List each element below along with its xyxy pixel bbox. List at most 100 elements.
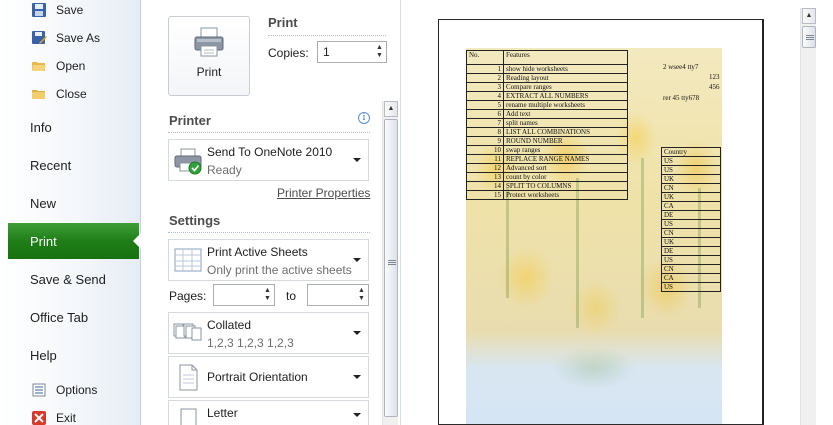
settings-scrollbar[interactable]: ▲ — [382, 101, 398, 425]
table-row: 4 EXTRACT ALL NUMBERS — [466, 91, 628, 101]
tab-info[interactable]: Info — [8, 109, 141, 145]
tab-help[interactable]: Help — [8, 337, 141, 373]
table-row: 9 ROUND NUMBER — [466, 136, 628, 146]
copies-spinner[interactable]: 1 ▲ ▼ — [317, 41, 387, 63]
table-row: 3 Compare ranges — [466, 82, 628, 92]
orientation-main: Portrait Orientation — [207, 370, 308, 384]
table-row: CN — [661, 183, 721, 193]
table-row: US — [661, 219, 721, 229]
table-row: CN — [661, 264, 721, 274]
collation-main: Collated — [207, 318, 252, 332]
scroll-thumb[interactable] — [384, 119, 398, 417]
scroll-thumb[interactable] — [802, 26, 816, 48]
country-cell: US — [661, 165, 721, 175]
scroll-up-icon[interactable]: ▲ — [802, 8, 816, 24]
tab-new[interactable]: New — [8, 185, 141, 221]
side-text: 123 — [709, 73, 720, 81]
table-row: 12 Advanced sort — [466, 163, 628, 173]
options-command[interactable]: Options — [8, 378, 138, 402]
tab-recent[interactable]: Recent — [8, 147, 141, 183]
chevron-down-icon — [353, 258, 361, 262]
print-scope-dropdown[interactable]: Print Active Sheets Only print the activ… — [168, 239, 369, 281]
row-feature: Reading layout — [503, 73, 628, 83]
table-row: US — [661, 282, 721, 292]
preview-scrollbar[interactable]: ▲ — [800, 8, 816, 425]
side-text: 456 — [709, 83, 720, 91]
printer-properties-link[interactable]: Printer Properties — [277, 186, 370, 200]
spin-down-icon[interactable]: ▼ — [264, 295, 271, 303]
row-feature: ROUND NUMBER — [503, 136, 628, 146]
side-text: 2 wsee4 tty7 — [663, 63, 699, 71]
country-cell: US — [661, 219, 721, 229]
row-feature: Add text — [503, 109, 628, 119]
orientation-dropdown[interactable]: Portrait Orientation — [168, 356, 369, 398]
options-label: Options — [56, 383, 98, 397]
copies-label: Copies: — [268, 46, 309, 60]
info-icon[interactable]: i — [358, 112, 370, 124]
row-no: 13 — [466, 172, 504, 182]
active-sheets-icon — [173, 245, 203, 275]
country-cell: UK — [661, 174, 721, 184]
chevron-down-icon — [353, 158, 361, 162]
row-no: 6 — [466, 109, 504, 119]
paper-size-dropdown[interactable]: Letter — [168, 400, 369, 425]
collation-sub: 1,2,3 1,2,3 1,2,3 — [207, 336, 294, 350]
row-feature: Advanced sort — [503, 163, 628, 173]
scroll-up-icon[interactable]: ▲ — [384, 101, 398, 117]
row-no: 2 — [466, 73, 504, 83]
pages-label: Pages: — [169, 289, 207, 303]
row-feature: EXTRACT ALL NUMBERS — [503, 91, 628, 101]
table-row: US — [661, 165, 721, 175]
preview-page: No. Features 1 show hide worksheets 2 Read… — [438, 19, 764, 425]
pages-from-value — [214, 285, 261, 305]
open-command[interactable]: Open — [8, 54, 138, 78]
to-label: to — [286, 289, 297, 303]
pages-to-spinner[interactable]: ▲ ▼ — [307, 284, 369, 306]
spin-up-icon[interactable]: ▲ — [358, 287, 365, 295]
tab-print[interactable]: Print — [8, 223, 139, 259]
exit-command[interactable]: Exit — [8, 406, 138, 425]
tab-save-send[interactable]: Save & Send — [8, 261, 141, 297]
table-row: 11 REPLACE RANGE NAMES — [466, 154, 628, 164]
table-row: 7 split names — [466, 118, 628, 128]
exit-label: Exit — [56, 411, 77, 425]
divider — [268, 35, 386, 36]
row-no: 8 — [466, 127, 504, 137]
settings-heading: Settings — [169, 213, 221, 228]
row-feature: count by color — [503, 172, 628, 182]
exit-icon — [30, 409, 48, 425]
spin-down-icon[interactable]: ▼ — [358, 295, 365, 303]
country-cell: DE — [661, 210, 721, 220]
pages-to-value — [308, 285, 355, 305]
country-cell: CN — [661, 183, 721, 193]
tab-help-label: Help — [30, 347, 57, 363]
open-label: Open — [56, 59, 86, 73]
row-no: 4 — [466, 91, 504, 101]
print-button[interactable]: Print — [168, 16, 250, 96]
save-command[interactable]: Save — [8, 0, 138, 22]
tab-office-tab[interactable]: Office Tab — [8, 299, 141, 335]
pages-from-spinner[interactable]: ▲ ▼ — [213, 284, 275, 306]
row-feature: Protect worksheets — [503, 190, 628, 200]
open-folder-icon — [30, 57, 48, 75]
save-label: Save — [56, 3, 84, 17]
scope-main: Print Active Sheets — [207, 245, 308, 259]
collation-dropdown[interactable]: Collated 1,2,3 1,2,3 1,2,3 — [168, 312, 369, 354]
close-command[interactable]: Close — [8, 82, 138, 106]
copies-value: 1 — [323, 45, 330, 59]
spin-up-icon[interactable]: ▲ — [376, 44, 383, 52]
portrait-page-icon — [173, 362, 203, 392]
row-no: 9 — [466, 136, 504, 146]
row-no: 7 — [466, 118, 504, 128]
row-no: 14 — [466, 181, 504, 191]
row-feature: rename multiple worksheets — [503, 100, 628, 110]
row-no: 11 — [466, 154, 504, 164]
printer-dropdown[interactable]: Send To OneNote 2010 Ready — [168, 139, 369, 181]
spin-down-icon[interactable]: ▼ — [376, 52, 383, 60]
paper-main: Letter — [207, 406, 238, 420]
table-row: 15 Protect worksheets — [466, 190, 628, 200]
save-as-command[interactable]: Save As — [8, 26, 138, 50]
spin-up-icon[interactable]: ▲ — [264, 287, 271, 295]
table-row: DE — [661, 246, 721, 256]
chevron-down-icon — [353, 413, 361, 417]
